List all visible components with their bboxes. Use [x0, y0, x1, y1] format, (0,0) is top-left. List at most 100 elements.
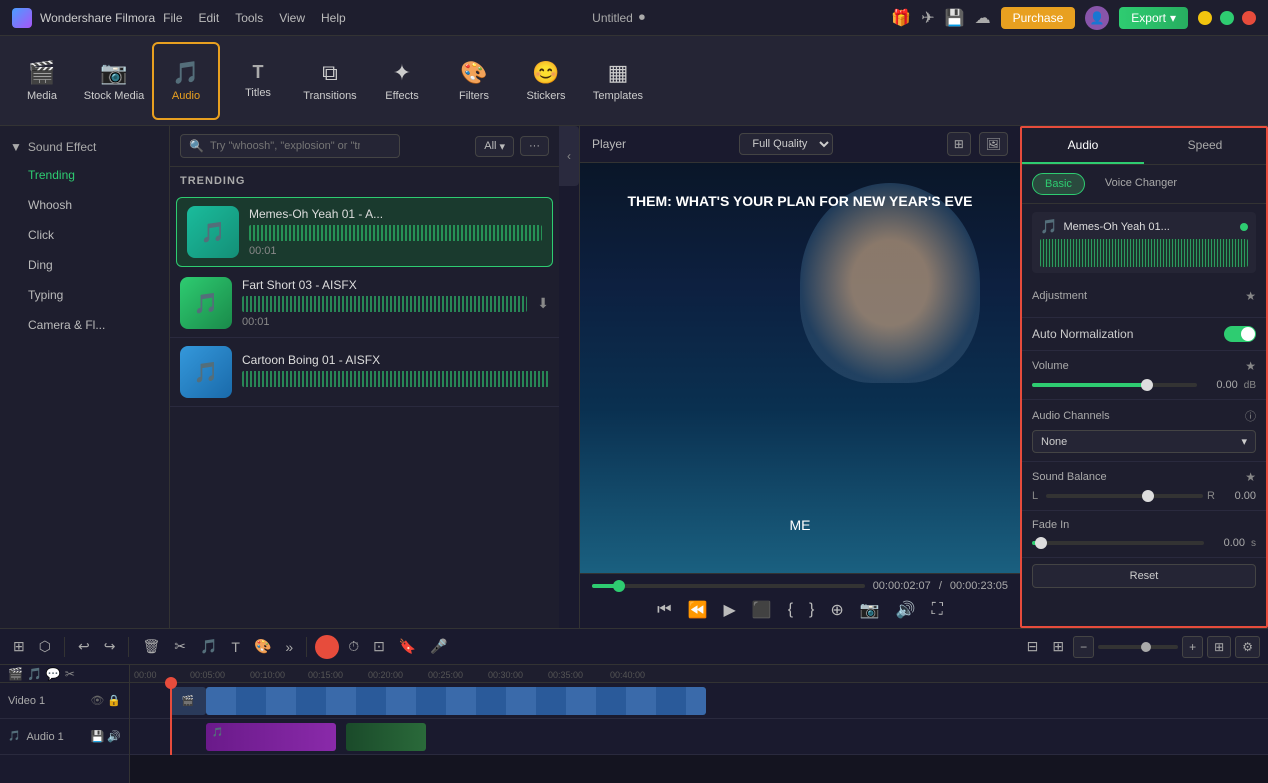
timeline-zoom-thumb[interactable]: [1141, 642, 1151, 652]
quick-audio-button[interactable]: 🎵: [27, 667, 42, 681]
menu-file[interactable]: File: [163, 11, 182, 25]
timeline-merge-button[interactable]: ⊞: [1047, 635, 1069, 658]
tool-stock-media[interactable]: 📷 Stock Media: [80, 42, 148, 120]
tool-templates[interactable]: ▦ Templates: [584, 42, 652, 120]
minimize-button[interactable]: [1198, 11, 1212, 25]
sidebar-item-click[interactable]: Click: [0, 220, 169, 250]
video-track-lock-icon[interactable]: 🔒: [107, 694, 121, 707]
timeline-split-button[interactable]: ⊟: [1022, 635, 1044, 658]
timeline-color-button[interactable]: 🎨: [249, 635, 276, 658]
timeline-voice-button[interactable]: 🎤: [425, 635, 452, 658]
search-box[interactable]: 🔍: [180, 134, 400, 158]
stop-button[interactable]: ⬛: [748, 598, 776, 622]
audio-track-volume-icon[interactable]: 🔊: [107, 730, 121, 743]
timeline-audio-button[interactable]: 🎵: [195, 635, 222, 658]
video-clip[interactable]: [206, 687, 706, 715]
quality-select[interactable]: Full Quality: [739, 133, 833, 155]
timeline-undo-button[interactable]: ↩: [73, 635, 95, 658]
tab-audio[interactable]: Audio: [1022, 128, 1144, 164]
play-button[interactable]: ▶: [719, 598, 739, 622]
timeline-crop-button[interactable]: ⊡: [368, 635, 390, 658]
sound-item-3[interactable]: 🎵 Cartoon Boing 01 - AISFX: [170, 338, 559, 407]
menu-tools[interactable]: Tools: [235, 11, 263, 25]
close-button[interactable]: [1242, 11, 1256, 25]
tab-speed[interactable]: Speed: [1144, 128, 1266, 164]
tool-media[interactable]: 🎬 Media: [8, 42, 76, 120]
timeline-speed-button[interactable]: ⏱: [343, 635, 364, 658]
tool-titles[interactable]: T Titles: [224, 42, 292, 120]
tool-transitions[interactable]: ⧉ Transitions: [296, 42, 364, 120]
playhead[interactable]: [170, 683, 172, 755]
progress-thumb[interactable]: [613, 580, 625, 592]
timeline-record-button[interactable]: [315, 635, 339, 659]
volume-slider[interactable]: [1032, 383, 1197, 387]
sound-balance-slider[interactable]: [1046, 494, 1203, 498]
sidebar-item-ding[interactable]: Ding: [0, 250, 169, 280]
filter-all-button[interactable]: All ▾: [475, 136, 514, 157]
audio-purple-clip[interactable]: 🎵: [206, 723, 336, 751]
progress-bar[interactable]: [592, 584, 865, 588]
fade-in-thumb[interactable]: [1035, 537, 1047, 549]
tool-stickers[interactable]: 😊 Stickers: [512, 42, 580, 120]
sound-item-1[interactable]: 🎵 Memes-Oh Yeah 01 - A... 00:01: [176, 197, 553, 267]
reset-button[interactable]: Reset: [1032, 564, 1256, 588]
audio-track-save-icon[interactable]: 💾: [91, 730, 105, 743]
maximize-button[interactable]: [1220, 11, 1234, 25]
timeline-cut-button[interactable]: ✂: [169, 635, 191, 658]
insert-button[interactable]: ⊕: [826, 598, 847, 622]
skip-back-button[interactable]: ⏮: [653, 599, 675, 621]
timeline-zoom-in-button[interactable]: +: [1182, 636, 1203, 658]
timeline-more-button[interactable]: »: [280, 636, 298, 658]
audio-green-clip[interactable]: [346, 723, 426, 751]
fade-in-slider[interactable]: [1032, 541, 1204, 545]
gift-icon[interactable]: 🎁: [891, 8, 911, 28]
timeline-redo-button[interactable]: ↪: [99, 635, 121, 658]
download-icon-2[interactable]: ⬇: [537, 295, 549, 312]
mark-in-button[interactable]: {: [784, 599, 797, 621]
volume-button[interactable]: 🔊: [892, 598, 920, 622]
video-track-eye-icon[interactable]: 👁: [90, 694, 104, 707]
menu-help[interactable]: Help: [321, 11, 346, 25]
sidebar-item-camera[interactable]: Camera & Fl...: [0, 310, 169, 340]
menu-view[interactable]: View: [279, 11, 305, 25]
share-icon[interactable]: ✈: [921, 8, 934, 28]
timeline-zoom-slider[interactable]: [1098, 645, 1178, 649]
timeline-mark-button[interactable]: 🔖: [394, 635, 421, 658]
subtab-basic[interactable]: Basic: [1032, 173, 1085, 195]
cloud-icon[interactable]: ☁: [975, 8, 991, 28]
timeline-text-button[interactable]: T: [226, 636, 245, 658]
subtab-voice-changer[interactable]: Voice Changer: [1093, 173, 1189, 195]
sidebar-item-typing[interactable]: Typing: [0, 280, 169, 310]
snapshot-button[interactable]: 📷: [856, 598, 884, 622]
sidebar-item-whoosh[interactable]: Whoosh: [0, 190, 169, 220]
quick-scissors-button[interactable]: ✂: [65, 667, 75, 681]
tool-audio[interactable]: 🎵 Audio: [152, 42, 220, 120]
export-button[interactable]: Export ▾: [1119, 7, 1188, 29]
user-avatar[interactable]: 👤: [1085, 6, 1109, 30]
step-back-button[interactable]: ⏪: [684, 598, 712, 622]
timeline-grid-button[interactable]: ⊞: [1207, 636, 1231, 658]
timeline-scene-button[interactable]: ⬡: [34, 635, 56, 658]
tool-effects[interactable]: ✦ Effects: [368, 42, 436, 120]
volume-thumb[interactable]: [1141, 379, 1153, 391]
purchase-button[interactable]: Purchase: [1001, 7, 1076, 29]
timeline-delete-button[interactable]: 🗑: [137, 635, 165, 658]
sound-item-2[interactable]: 🎵 Fart Short 03 - AISFX 00:01 ⬇: [170, 269, 559, 338]
tool-filters[interactable]: 🎨 Filters: [440, 42, 508, 120]
sidebar-collapse-button[interactable]: ‹: [559, 126, 579, 186]
sound-balance-thumb[interactable]: [1142, 490, 1154, 502]
filter-more-button[interactable]: ···: [520, 136, 549, 156]
search-input[interactable]: [210, 140, 360, 152]
save-icon[interactable]: 💾: [945, 8, 965, 28]
audio-channels-dropdown[interactable]: None ▾: [1032, 430, 1256, 453]
auto-normalization-toggle[interactable]: [1224, 326, 1256, 342]
timeline-settings-button[interactable]: ⚙: [1235, 636, 1260, 658]
grid-view-button[interactable]: ⊞: [947, 132, 971, 156]
sidebar-item-trending[interactable]: Trending: [0, 160, 169, 190]
timeline-add-track-button[interactable]: ⊞: [8, 635, 30, 658]
menu-edit[interactable]: Edit: [199, 11, 220, 25]
fullscreen-button[interactable]: ⛶: [928, 599, 947, 621]
mark-out-button[interactable]: }: [805, 599, 818, 621]
timeline-zoom-out-button[interactable]: −: [1073, 636, 1094, 658]
quick-subtitle-button[interactable]: 💬: [46, 667, 61, 681]
